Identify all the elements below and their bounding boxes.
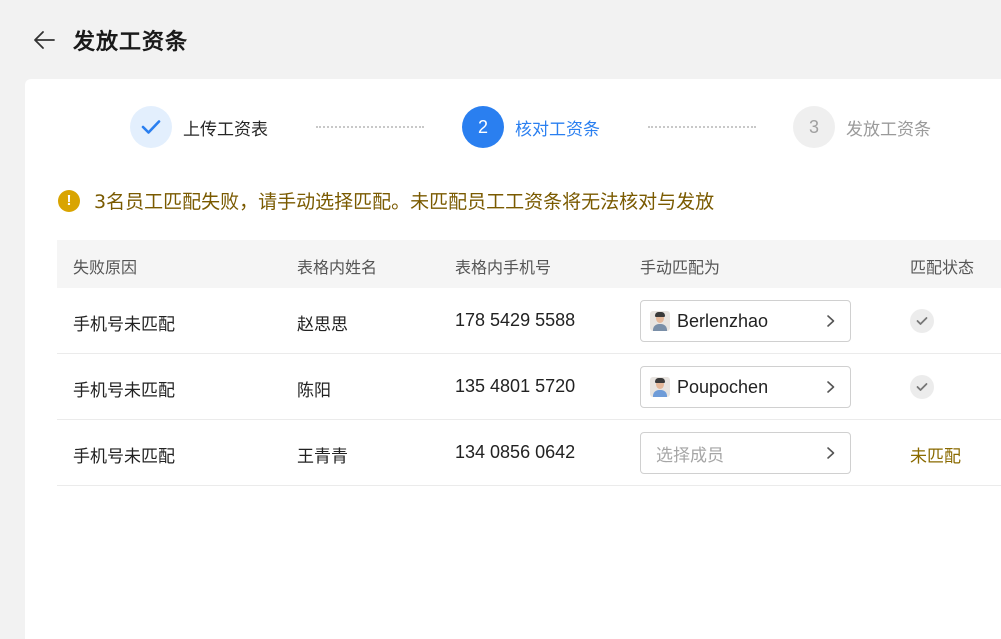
back-button[interactable] xyxy=(30,27,58,53)
table-row: 手机号未匹配 赵思思 178 5429 5588 Berlenzhao xyxy=(57,288,1001,354)
status-cell xyxy=(910,309,934,345)
warning-banner: ! 3名员工匹配失败，请手动选择匹配。未匹配员工工资条将无法核对与发放 xyxy=(58,187,714,214)
warning-icon: ! xyxy=(58,189,80,212)
step-label: 上传工资表 xyxy=(183,119,268,140)
sheet-phone: 134 0856 0642 xyxy=(455,442,576,462)
member-name: Berlenzhao xyxy=(677,310,769,331)
page-header: 发放工资条 xyxy=(0,0,1001,80)
column-header: 手动匹配为 xyxy=(640,258,721,277)
sheet-phone: 178 5429 5588 xyxy=(455,310,576,330)
status-cell xyxy=(910,375,934,411)
fail-reason: 手机号未匹配 xyxy=(73,447,175,467)
step-verify: 2 核对工资条 xyxy=(462,105,600,149)
column-header: 表格内手机号 xyxy=(455,258,552,277)
mismatch-table: 失败原因 表格内姓名 表格内手机号 手动匹配为 匹配状态 手机号未匹配 赵思思 … xyxy=(57,240,1001,486)
main-card: 上传工资表 2 核对工资条 3 发放工资条 ! 3名员工匹配失败，请手动选择匹配… xyxy=(25,79,1001,639)
step-upload: 上传工资表 xyxy=(130,105,268,149)
avatar xyxy=(650,311,670,331)
chevron-right-icon xyxy=(827,315,835,327)
column-header: 失败原因 xyxy=(73,258,138,277)
column-header: 匹配状态 xyxy=(910,258,975,277)
steps-bar: 上传工资表 2 核对工资条 3 发放工资条 xyxy=(25,79,1001,179)
sheet-name: 王青青 xyxy=(297,447,348,467)
member-select[interactable]: 选择成员 xyxy=(640,432,851,474)
member-select[interactable]: Poupochen xyxy=(640,366,851,408)
table-row: 手机号未匹配 王青青 134 0856 0642 选择成员 未匹配 xyxy=(57,420,1001,486)
status-unmatched: 未匹配 xyxy=(910,447,961,467)
step-number: 2 xyxy=(462,106,504,148)
member-select-wrap: 选择成员 xyxy=(640,432,851,495)
sheet-phone: 135 4801 5720 xyxy=(455,376,576,396)
status-matched-icon xyxy=(910,375,934,399)
step-send: 3 发放工资条 xyxy=(793,105,931,149)
step-connector xyxy=(648,126,756,128)
fail-reason: 手机号未匹配 xyxy=(73,315,175,335)
table-header: 失败原因 表格内姓名 表格内手机号 手动匹配为 匹配状态 xyxy=(57,240,1001,288)
member-name: Poupochen xyxy=(677,376,769,397)
warning-text: 3名员工匹配失败，请手动选择匹配。未匹配员工工资条将无法核对与发放 xyxy=(94,191,715,213)
chevron-right-icon xyxy=(827,447,835,459)
chevron-right-icon xyxy=(827,381,835,393)
step-label: 核对工资条 xyxy=(515,119,600,140)
avatar xyxy=(650,377,670,397)
sheet-name: 赵思思 xyxy=(297,315,348,335)
member-select[interactable]: Berlenzhao xyxy=(640,300,851,342)
sheet-name: 陈阳 xyxy=(297,381,331,401)
status-matched-icon xyxy=(910,309,934,333)
step-number: 3 xyxy=(793,106,835,148)
member-placeholder: 选择成员 xyxy=(656,445,724,466)
step-connector xyxy=(316,126,424,128)
step-done-circle xyxy=(130,106,172,148)
step-label: 发放工资条 xyxy=(846,119,931,140)
fail-reason: 手机号未匹配 xyxy=(73,381,175,401)
column-header: 表格内姓名 xyxy=(297,258,378,277)
table-row: 手机号未匹配 陈阳 135 4801 5720 Poupochen xyxy=(57,354,1001,420)
page-title: 发放工资条 xyxy=(73,30,189,55)
arrow-left-icon xyxy=(34,31,55,49)
check-icon xyxy=(141,120,161,134)
